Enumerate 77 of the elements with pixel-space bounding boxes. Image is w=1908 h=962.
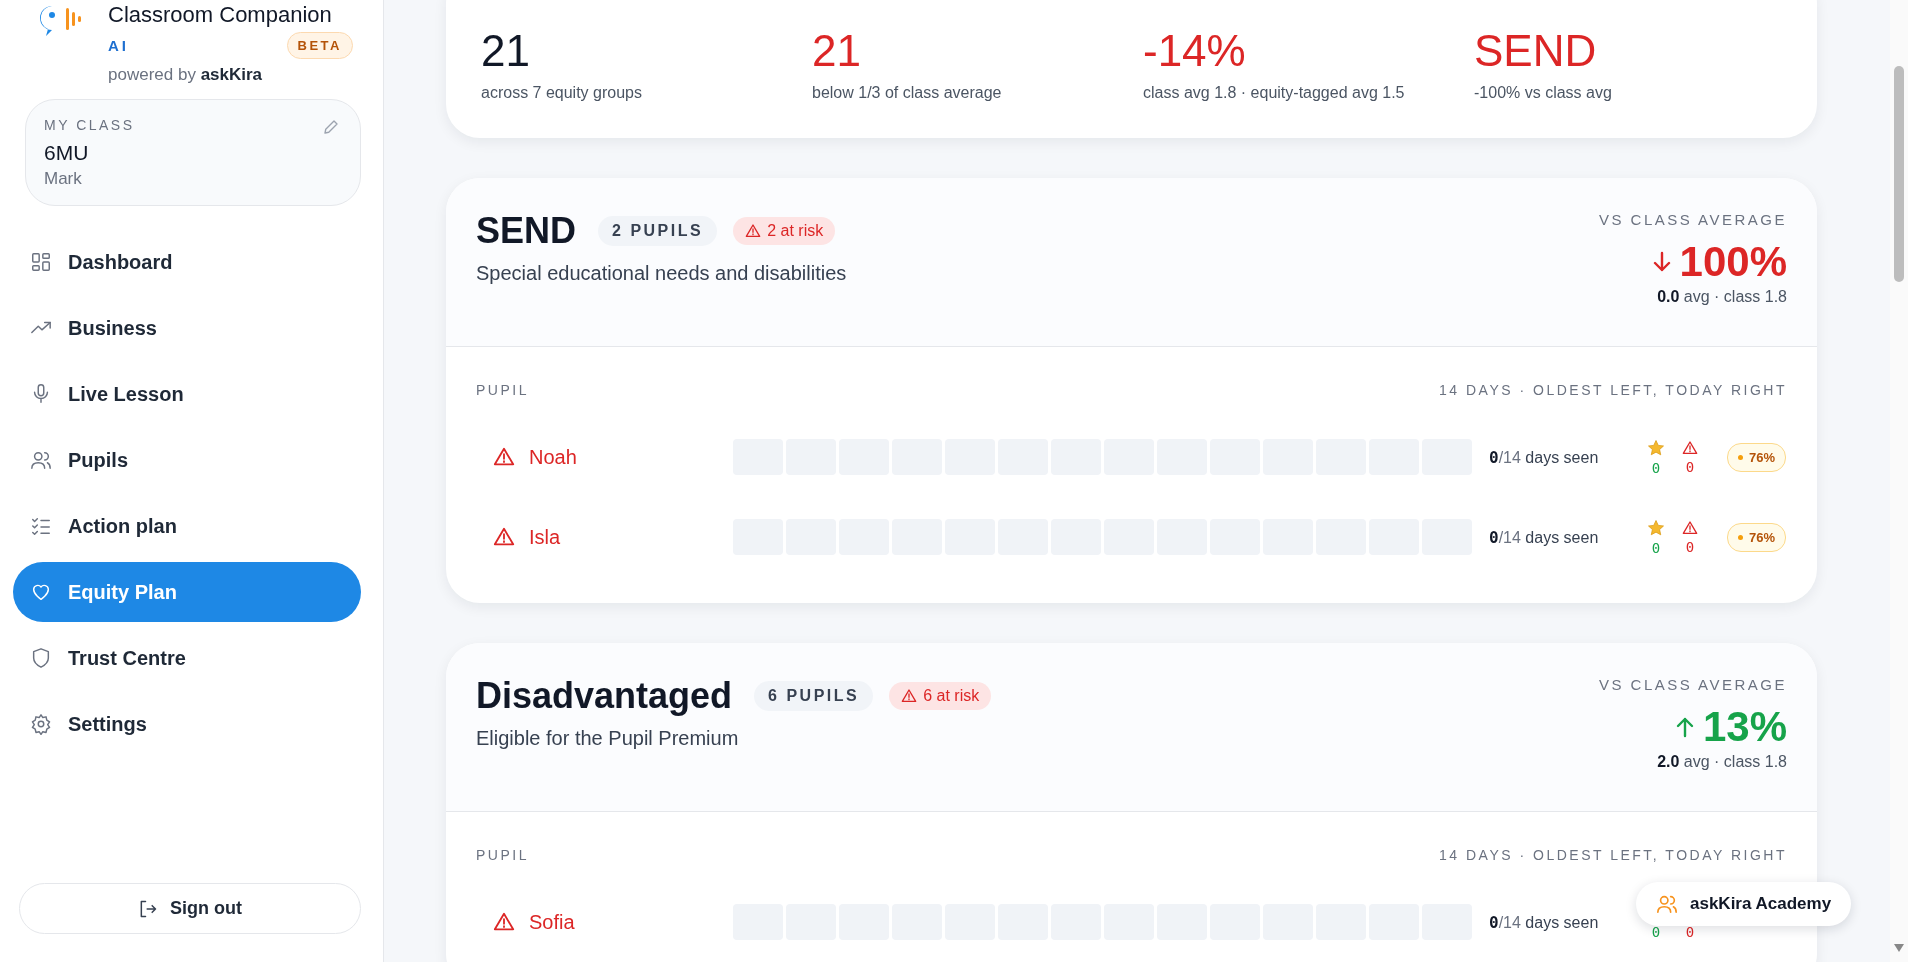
warning-count: 0 xyxy=(1685,458,1695,475)
pupil-count-badge: 2 PUPILS xyxy=(598,216,718,246)
stat-value: SEND xyxy=(1474,26,1597,76)
days-seen-text: 0/14 days seen xyxy=(1489,912,1600,932)
group-title: SEND xyxy=(476,210,577,252)
people-icon xyxy=(1656,893,1678,915)
pencil-icon[interactable] xyxy=(322,118,340,136)
scroll-down-icon[interactable] xyxy=(1894,944,1904,952)
column-header: PUPIL xyxy=(476,382,529,398)
class-name: 6MU xyxy=(44,141,89,165)
teacher-name: Mark xyxy=(44,169,82,189)
group-description: Special educational needs and disabilities xyxy=(476,262,847,285)
people-icon xyxy=(30,449,52,471)
stat-note: across 7 equity groups xyxy=(481,84,642,102)
at-risk-badge: 6 at risk xyxy=(889,682,992,710)
scrollbar[interactable] xyxy=(1890,0,1908,962)
change-value: 100% xyxy=(1679,238,1787,286)
warning-icon xyxy=(1682,519,1698,536)
score-badge: 76% xyxy=(1727,442,1787,472)
pupil-name[interactable]: Noah xyxy=(529,445,577,469)
nav-item[interactable]: Equity Plan xyxy=(13,562,361,622)
average-text: 0.0 avg · class 1.8 xyxy=(1657,288,1787,306)
stat-note: class avg 1.8 · equity-tagged avg 1.5 xyxy=(1143,84,1405,102)
warning-icon xyxy=(493,446,515,468)
compare-label: VS CLASS AVERAGE xyxy=(1598,211,1787,228)
star-count: 0 xyxy=(1651,539,1661,556)
checklist-icon xyxy=(30,515,52,537)
warning-icon xyxy=(1682,439,1698,456)
compare-label: VS CLASS AVERAGE xyxy=(1598,676,1787,693)
score-badge: 76% xyxy=(1727,522,1787,552)
nav-item[interactable]: Action plan xyxy=(13,496,361,556)
pupil-name[interactable]: Isla xyxy=(529,525,561,549)
star-count: 0 xyxy=(1651,459,1661,476)
pupil-count-badge: 6 PUPILS xyxy=(754,681,874,711)
nav-item[interactable]: Dashboard xyxy=(13,232,361,292)
grid-icon xyxy=(30,251,52,273)
days-seen-text: 0/14 days seen xyxy=(1489,527,1600,547)
pupil-name[interactable]: Sofia xyxy=(529,910,575,934)
stat-value: 21 xyxy=(812,26,861,76)
warning-count: 0 xyxy=(1685,538,1695,555)
days-seen-text: 0/14 days seen xyxy=(1489,447,1600,467)
group-description: Eligible for the Pupil Premium xyxy=(476,727,740,750)
star-icon xyxy=(1647,518,1665,537)
column-header: PUPIL xyxy=(476,847,529,863)
nav-item[interactable]: Pupils xyxy=(13,430,361,490)
sign-out-icon xyxy=(138,898,158,919)
warning-icon xyxy=(493,526,515,548)
beta-badge: BETA xyxy=(286,32,353,59)
academy-button[interactable]: askKira Academy xyxy=(1636,882,1852,926)
nav-item[interactable]: Settings xyxy=(13,694,361,754)
warning-icon xyxy=(493,911,515,933)
powered-by-text: powered by askKira xyxy=(108,65,264,85)
change-value: 13% xyxy=(1702,703,1787,751)
nav-item[interactable]: Live Lesson xyxy=(13,364,361,424)
warning-icon xyxy=(745,223,762,239)
average-text: 2.0 avg · class 1.8 xyxy=(1657,753,1787,771)
stat-note: below 1/3 of class average xyxy=(812,84,1002,102)
at-risk-badge: 2 at risk xyxy=(733,217,836,245)
column-header: 14 DAYS · OLDEST LEFT, TODAY RIGHT xyxy=(1439,382,1787,398)
column-header: 14 DAYS · OLDEST LEFT, TODAY RIGHT xyxy=(1439,847,1787,863)
scrollbar-thumb[interactable] xyxy=(1894,66,1904,282)
shield-icon xyxy=(30,647,52,669)
star-icon xyxy=(1647,438,1665,457)
app-subtitle: AI xyxy=(108,37,129,54)
warning-count: 0 xyxy=(1685,924,1695,940)
nav-item[interactable]: Trust Centre xyxy=(13,628,361,688)
stat-value: -14% xyxy=(1143,26,1246,76)
stat-note: -100% vs class avg xyxy=(1474,84,1612,102)
group-title: Disadvantaged xyxy=(476,675,733,717)
nav-item[interactable]: Business xyxy=(13,298,361,358)
class-label: MY CLASS xyxy=(44,117,135,133)
warning-icon xyxy=(901,688,918,704)
gear-icon xyxy=(30,713,52,735)
sign-out-button[interactable]: Sign out xyxy=(19,883,361,934)
app-title: Classroom Companion xyxy=(108,2,333,28)
star-count: 0 xyxy=(1651,924,1661,940)
stat-value: 21 xyxy=(481,26,530,76)
